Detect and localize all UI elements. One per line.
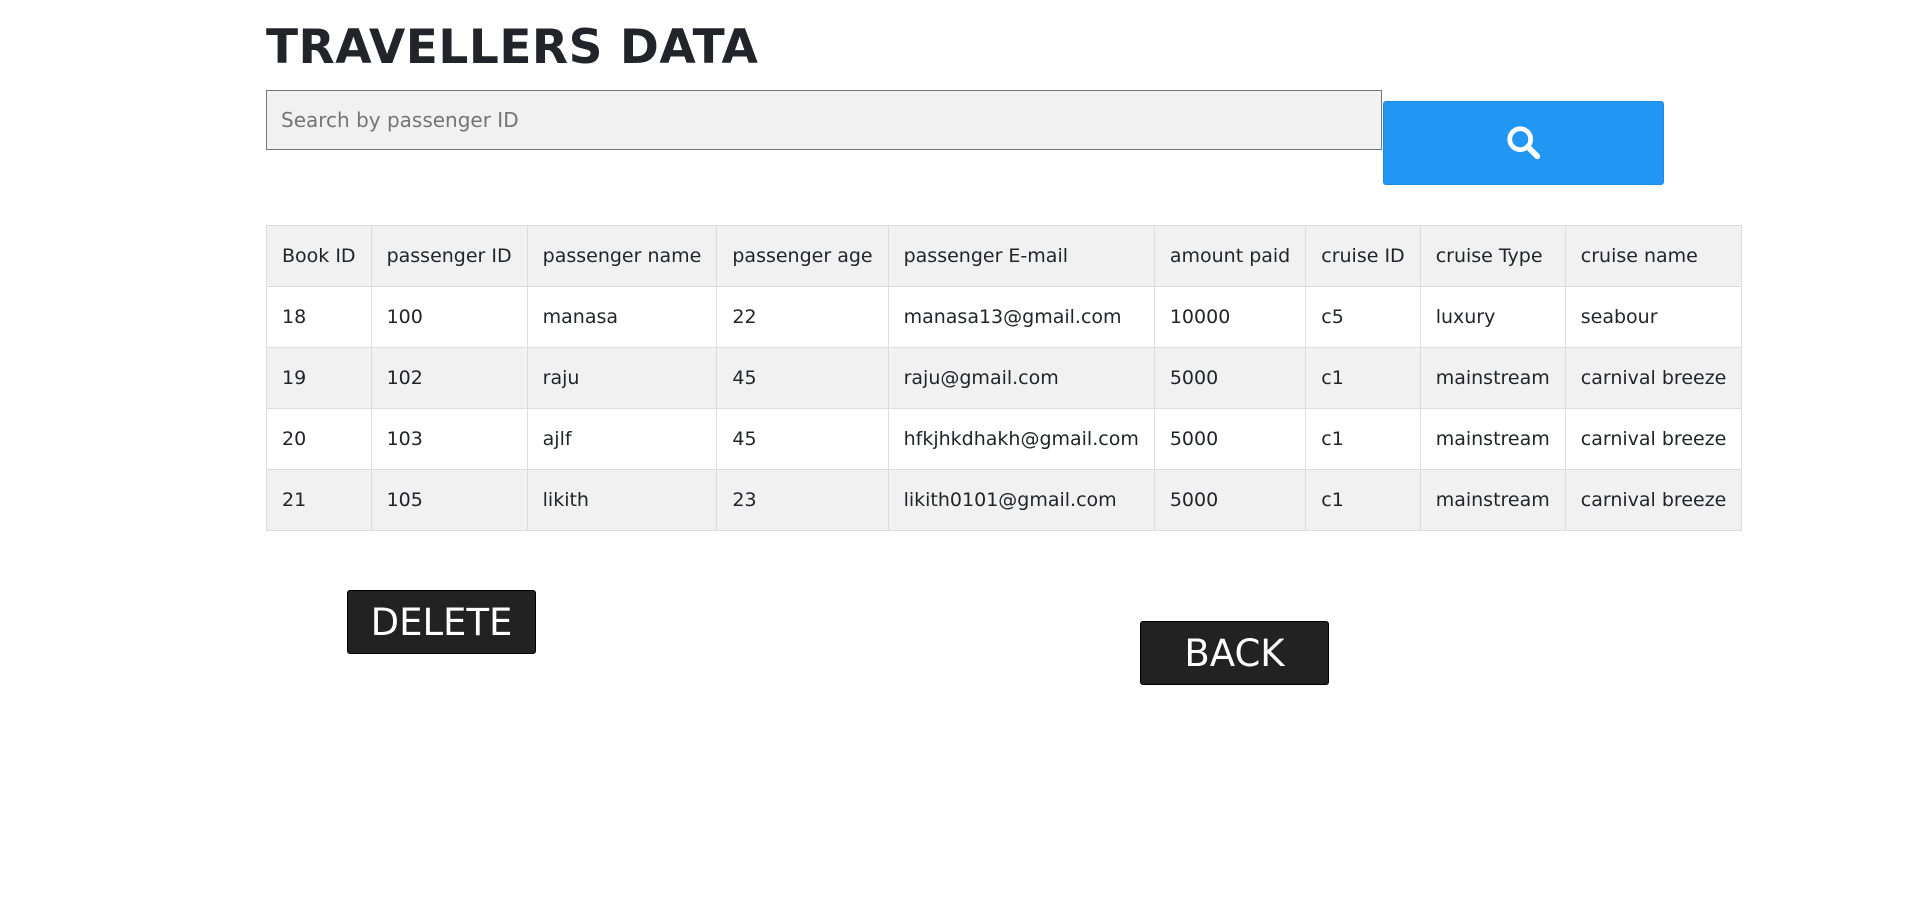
cell-cruise-name: seabour — [1564, 286, 1743, 348]
cell-passenger-age: 45 — [716, 347, 889, 409]
column-header-book-id: Book ID — [266, 225, 372, 287]
cell-cruise-id: c1 — [1305, 469, 1421, 531]
cell-cruise-id: c1 — [1305, 408, 1421, 470]
cell-passenger-email: hfkjhkdhakh@gmail.com — [887, 408, 1155, 470]
column-header-cruise-type: cruise Type — [1419, 225, 1566, 287]
table-row: 20 103 ajlf 45 hfkjhkdhakh@gmail.com 500… — [266, 408, 1743, 470]
cell-passenger-name: raju — [526, 347, 718, 409]
cell-passenger-name: ajlf — [526, 408, 718, 470]
delete-button[interactable]: DELETE — [347, 590, 536, 654]
cell-cruise-type: mainstream — [1419, 469, 1566, 531]
cell-cruise-name: carnival breeze — [1564, 347, 1743, 409]
cell-passenger-age: 22 — [716, 286, 889, 348]
cell-cruise-type: mainstream — [1419, 408, 1566, 470]
cell-cruise-name: carnival breeze — [1564, 408, 1743, 470]
cell-book-id: 20 — [266, 408, 372, 470]
table-row: 18 100 manasa 22 manasa13@gmail.com 1000… — [266, 286, 1743, 348]
cell-passenger-name: likith — [526, 469, 718, 531]
back-button[interactable]: BACK — [1140, 621, 1329, 685]
cell-passenger-age: 23 — [716, 469, 889, 531]
travellers-table: Book ID passenger ID passenger name pass… — [266, 225, 1743, 531]
cell-passenger-email: likith0101@gmail.com — [887, 469, 1155, 531]
cell-passenger-id: 100 — [370, 286, 528, 348]
cell-cruise-id: c1 — [1305, 347, 1421, 409]
cell-book-id: 19 — [266, 347, 372, 409]
table-row: 21 105 likith 23 likith0101@gmail.com 50… — [266, 469, 1743, 531]
column-header-cruise-name: cruise name — [1564, 225, 1743, 287]
cell-amount-paid: 5000 — [1153, 469, 1307, 531]
table-row: 19 102 raju 45 raju@gmail.com 5000 c1 ma… — [266, 347, 1743, 409]
column-header-amount-paid: amount paid — [1153, 225, 1307, 287]
cell-passenger-age: 45 — [716, 408, 889, 470]
table-header-row: Book ID passenger ID passenger name pass… — [266, 225, 1743, 287]
cell-passenger-id: 102 — [370, 347, 528, 409]
column-header-passenger-name: passenger name — [526, 225, 718, 287]
cell-book-id: 18 — [266, 286, 372, 348]
cell-amount-paid: 5000 — [1153, 408, 1307, 470]
page-title: TRAVELLERS DATA — [266, 20, 759, 75]
cell-cruise-name: carnival breeze — [1564, 469, 1743, 531]
search-button[interactable] — [1383, 101, 1664, 185]
column-header-cruise-id: cruise ID — [1305, 225, 1421, 287]
cell-cruise-id: c5 — [1305, 286, 1421, 348]
column-header-passenger-email: passenger E-mail — [887, 225, 1155, 287]
cell-book-id: 21 — [266, 469, 372, 531]
cell-cruise-type: luxury — [1419, 286, 1566, 348]
cell-passenger-name: manasa — [526, 286, 718, 348]
column-header-passenger-id: passenger ID — [370, 225, 528, 287]
search-input[interactable] — [266, 90, 1382, 150]
cell-passenger-email: manasa13@gmail.com — [887, 286, 1155, 348]
cell-passenger-id: 105 — [370, 469, 528, 531]
column-header-passenger-age: passenger age — [716, 225, 889, 287]
search-icon — [1505, 124, 1543, 162]
cell-cruise-type: mainstream — [1419, 347, 1566, 409]
cell-passenger-email: raju@gmail.com — [887, 347, 1155, 409]
cell-amount-paid: 10000 — [1153, 286, 1307, 348]
cell-passenger-id: 103 — [370, 408, 528, 470]
cell-amount-paid: 5000 — [1153, 347, 1307, 409]
